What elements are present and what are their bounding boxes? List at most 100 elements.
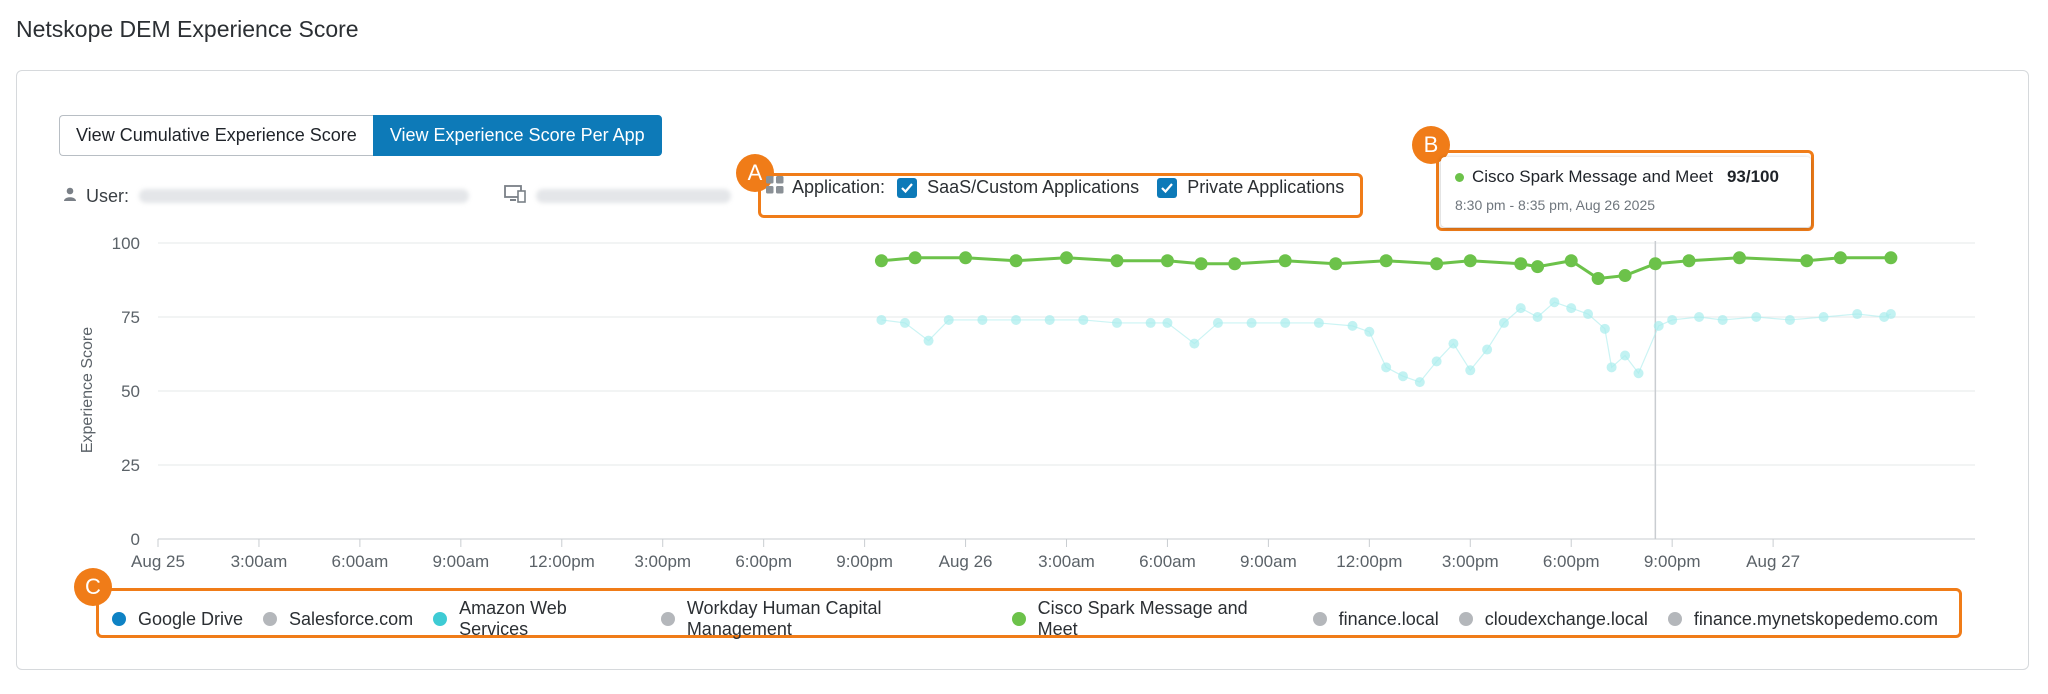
x-tick-label: 3:00am bbox=[1038, 552, 1095, 571]
legend-label: Cisco Spark Message and Meet bbox=[1037, 598, 1248, 639]
data-point[interactable] bbox=[1667, 314, 1678, 325]
data-point[interactable] bbox=[1694, 312, 1705, 322]
data-point[interactable] bbox=[1583, 309, 1594, 320]
data-point[interactable] bbox=[899, 317, 910, 328]
legend-item[interactable]: Google Drive bbox=[112, 609, 243, 630]
data-point[interactable] bbox=[1011, 314, 1022, 325]
data-point[interactable] bbox=[1212, 317, 1223, 328]
data-point[interactable] bbox=[1379, 254, 1393, 268]
data-point[interactable] bbox=[943, 314, 954, 325]
legend-item[interactable]: finance.local bbox=[1312, 609, 1439, 630]
data-point[interactable] bbox=[874, 254, 888, 268]
data-point[interactable] bbox=[1818, 312, 1829, 322]
data-point[interactable] bbox=[1852, 309, 1863, 320]
data-point[interactable] bbox=[1648, 257, 1662, 271]
data-point[interactable] bbox=[1160, 254, 1174, 268]
legend-dot bbox=[660, 612, 675, 626]
data-point[interactable] bbox=[1397, 371, 1408, 382]
legend-item[interactable]: cloudexchange.local bbox=[1458, 608, 1648, 630]
data-point[interactable] bbox=[1364, 326, 1375, 337]
legend-item[interactable]: Salesforce.com bbox=[263, 609, 413, 630]
data-point[interactable] bbox=[1784, 314, 1795, 325]
legend-label: Workday Human Capital Management bbox=[686, 598, 882, 639]
data-point[interactable] bbox=[1531, 260, 1545, 274]
data-point[interactable] bbox=[1009, 254, 1023, 268]
data-point[interactable] bbox=[1329, 257, 1343, 271]
data-point[interactable] bbox=[1606, 362, 1617, 373]
data-point[interactable] bbox=[923, 335, 934, 346]
data-point[interactable] bbox=[1717, 314, 1728, 325]
data-point[interactable] bbox=[959, 251, 973, 265]
data-point[interactable] bbox=[1111, 317, 1122, 328]
data-point[interactable] bbox=[1060, 251, 1073, 265]
legend-dot bbox=[433, 612, 448, 626]
x-tick-label: 9:00pm bbox=[836, 552, 893, 571]
legend-label: Amazon Web Services bbox=[459, 598, 567, 639]
data-point[interactable] bbox=[977, 314, 988, 325]
data-point[interactable] bbox=[1482, 344, 1493, 355]
tooltip-series-dot bbox=[1455, 172, 1464, 182]
legend-dot bbox=[263, 612, 278, 626]
data-point[interactable] bbox=[1228, 257, 1242, 271]
data-point[interactable] bbox=[1347, 320, 1358, 331]
data-point[interactable] bbox=[1381, 362, 1392, 373]
data-point[interactable] bbox=[1620, 350, 1631, 361]
legend-dot bbox=[1011, 612, 1026, 626]
data-point[interactable] bbox=[1884, 251, 1898, 265]
data-point[interactable] bbox=[1618, 269, 1632, 283]
x-tick-label: Aug 26 bbox=[939, 552, 993, 571]
data-point[interactable] bbox=[1194, 257, 1208, 271]
legend-item[interactable]: Amazon Web Services bbox=[433, 598, 641, 640]
y-tick-label: 75 bbox=[121, 308, 140, 327]
legend-label: cloudexchange.local bbox=[1484, 608, 1648, 629]
data-point[interactable] bbox=[1145, 317, 1156, 328]
data-point[interactable] bbox=[1532, 312, 1543, 322]
chart-legend: Google Drive Salesforce.com Amazon Web Ser… bbox=[100, 598, 1958, 640]
x-tick-label: 9:00am bbox=[432, 552, 489, 571]
data-point[interactable] bbox=[1465, 365, 1476, 376]
data-point[interactable] bbox=[1414, 377, 1425, 388]
data-point[interactable] bbox=[1189, 338, 1200, 349]
x-tick-label: 12:00pm bbox=[529, 552, 595, 571]
tooltip-app-name: Cisco Spark Message and Meet bbox=[1472, 167, 1713, 186]
data-point[interactable] bbox=[1280, 317, 1291, 328]
data-point[interactable] bbox=[1162, 317, 1173, 328]
data-point[interactable] bbox=[1591, 272, 1605, 286]
legend-label: Google Drive bbox=[138, 608, 244, 629]
x-tick-label: 6:00pm bbox=[1543, 552, 1600, 571]
data-point[interactable] bbox=[1549, 297, 1560, 308]
data-point[interactable] bbox=[1110, 254, 1124, 268]
data-point[interactable] bbox=[1313, 317, 1324, 328]
data-point[interactable] bbox=[1885, 309, 1896, 320]
data-point[interactable] bbox=[1515, 303, 1526, 314]
data-point[interactable] bbox=[1732, 251, 1746, 265]
data-point[interactable] bbox=[876, 314, 887, 325]
score-tooltip: Cisco Spark Message and Meet 93/100 8:30… bbox=[1441, 157, 1811, 227]
legend-item[interactable]: Cisco Spark Message and Meet bbox=[1011, 598, 1293, 640]
data-point[interactable] bbox=[1682, 254, 1696, 268]
data-point[interactable] bbox=[1833, 251, 1847, 265]
data-point[interactable] bbox=[1514, 257, 1528, 271]
legend-item[interactable]: finance.mynetskopedemo.com bbox=[1667, 608, 1938, 630]
data-point[interactable] bbox=[1498, 317, 1509, 328]
data-point[interactable] bbox=[1431, 356, 1442, 367]
tooltip-time: 8:30 pm - 8:35 pm, Aug 26 2025 bbox=[1455, 197, 1656, 213]
legend-label: finance.mynetskopedemo.com bbox=[1693, 608, 1938, 629]
data-point[interactable] bbox=[1751, 312, 1762, 322]
data-point[interactable] bbox=[1246, 317, 1257, 328]
data-point[interactable] bbox=[1078, 314, 1089, 325]
x-tick-label: 9:00am bbox=[1240, 552, 1297, 571]
data-point[interactable] bbox=[1044, 314, 1055, 325]
data-point[interactable] bbox=[1448, 338, 1459, 349]
data-point[interactable] bbox=[1430, 257, 1444, 271]
data-point[interactable] bbox=[1564, 254, 1578, 268]
data-point[interactable] bbox=[1463, 254, 1477, 268]
data-point[interactable] bbox=[1633, 368, 1644, 379]
data-point[interactable] bbox=[1800, 254, 1814, 268]
data-point[interactable] bbox=[1653, 320, 1664, 331]
data-point[interactable] bbox=[1278, 254, 1292, 268]
data-point[interactable] bbox=[1599, 323, 1610, 334]
data-point[interactable] bbox=[908, 251, 922, 265]
data-point[interactable] bbox=[1566, 303, 1577, 314]
legend-item[interactable]: Workday Human Capital Management bbox=[660, 598, 992, 640]
